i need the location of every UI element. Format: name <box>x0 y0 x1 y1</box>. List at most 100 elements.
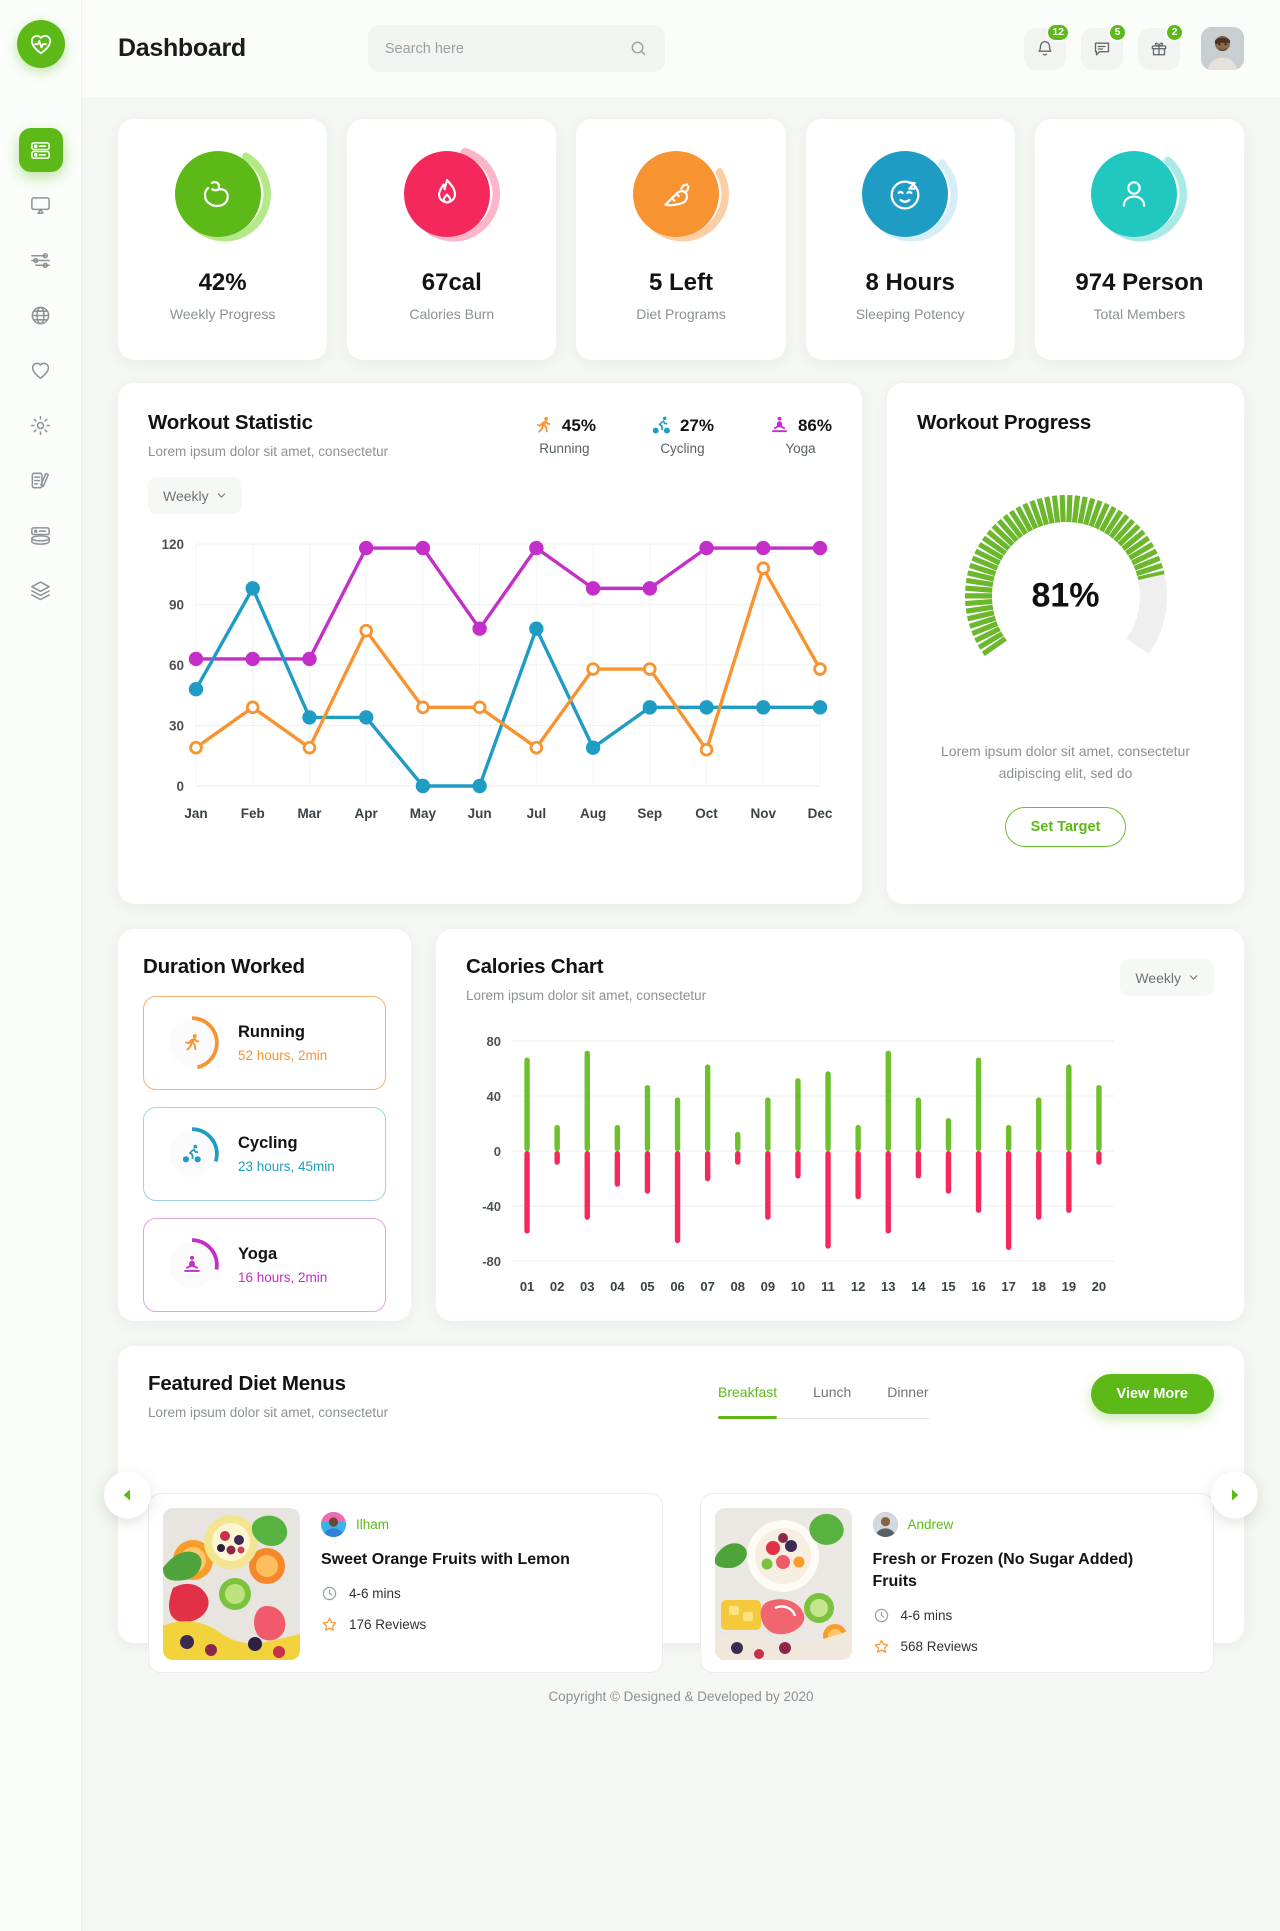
avatar[interactable] <box>1201 27 1244 70</box>
progress-gauge: 81% <box>960 490 1172 702</box>
duration-name: Cycling <box>238 1134 298 1152</box>
svg-text:17: 17 <box>1001 1279 1015 1294</box>
diet-author[interactable]: Ilham <box>321 1512 570 1537</box>
sidebar-item-favorites[interactable] <box>19 348 63 392</box>
svg-text:07: 07 <box>700 1279 714 1294</box>
stat-card-sleeping-potency[interactable]: 8 Hours Sleeping Potency <box>805 119 1015 360</box>
diet-card[interactable]: Ilham Sweet Orange Fruits with Lemon 4-6… <box>148 1493 663 1673</box>
sidebar-nav <box>18 128 63 612</box>
author-avatar <box>872 1512 898 1537</box>
calories-chart-card: Calories Chart Lorem ipsum dolor sit ame… <box>436 929 1244 1321</box>
diet-card[interactable]: Andrew Fresh or Frozen (No Sugar Added) … <box>699 1493 1214 1673</box>
diet-info: Ilham Sweet Orange Fruits with Lemon 4-6… <box>321 1508 570 1658</box>
tab-lunch[interactable]: Lunch <box>813 1384 851 1409</box>
author-avatar-photo <box>321 1512 346 1537</box>
diet-author[interactable]: Andrew <box>872 1512 1143 1537</box>
workout-line-chart: 0 30 60 90 120 Jan Feb Mar Apr May Jun Jul Aug Sep Oct… <box>161 537 832 821</box>
layers-icon <box>31 580 50 600</box>
set-target-button[interactable]: Set Target <box>1004 806 1127 847</box>
calories-bar-chart: -80 -40 0 40 80 01 02 03 04 05 06 07 08 09 10 11 12 13 14 1… <box>482 1034 1114 1294</box>
diet-thumbnail <box>714 1508 852 1660</box>
stat-label: Weekly Progress <box>169 306 276 322</box>
notifications-badge: 12 <box>1046 22 1070 42</box>
diet-reviews-text: 176 Reviews <box>349 1617 427 1633</box>
svg-text:Jun: Jun <box>468 806 492 821</box>
tab-breakfast[interactable]: Breakfast <box>718 1384 778 1419</box>
sidebar-item-layers[interactable] <box>19 568 63 612</box>
svg-text:40: 40 <box>487 1089 501 1104</box>
stat-value: 974 Person <box>1075 269 1204 296</box>
gear-icon <box>30 415 51 435</box>
stat-card-diet-programs[interactable]: 5 Left Diet Programs <box>576 119 786 360</box>
search-box[interactable] <box>367 25 665 72</box>
chevron-down-icon <box>217 493 225 498</box>
workout-period-dropdown[interactable]: Weekly <box>148 477 242 514</box>
carousel-next-button[interactable] <box>1211 1471 1258 1518</box>
stat-card-total-members[interactable]: 974 Person Total Members <box>1034 119 1245 360</box>
sidebar-item-reports[interactable] <box>19 458 63 502</box>
stat-card-calories-burn[interactable]: 67cal Calories Burn <box>347 119 557 360</box>
svg-text:10: 10 <box>791 1279 805 1294</box>
legend-item-running: 45% Running <box>533 415 596 456</box>
stat-ring <box>1091 146 1188 242</box>
globe-icon <box>31 306 50 324</box>
gifts-button[interactable]: 2 <box>1138 22 1184 70</box>
duration-text: Running 52 hours, 2min <box>238 1023 327 1063</box>
stat-card-weekly-progress[interactable]: 42% Weekly Progress <box>118 119 328 360</box>
svg-text:30: 30 <box>169 719 184 734</box>
duration-icon-circle <box>169 1020 215 1066</box>
duration-item-yoga[interactable]: Yoga 16 hours, 2min <box>143 1218 386 1312</box>
duration-worked-card: Duration Worked Running 52 hours, 2min C… <box>118 929 411 1321</box>
stat-ring <box>174 146 271 242</box>
card-subtitle: Lorem ipsum dolor sit amet, consectetur <box>466 988 707 1003</box>
stat-icon-disc <box>862 151 949 237</box>
messages-badge: 5 <box>1108 22 1127 42</box>
calories-period-dropdown[interactable]: Weekly <box>1120 959 1214 996</box>
sidebar-item-globe[interactable] <box>19 293 63 337</box>
view-more-button[interactable]: View More <box>1090 1374 1214 1414</box>
duration-ring <box>164 1015 220 1071</box>
messages-button[interactable]: 5 <box>1081 22 1127 70</box>
sidebar-item-settings[interactable] <box>19 403 63 447</box>
carousel-prev-button[interactable] <box>104 1471 151 1518</box>
svg-text:02: 02 <box>550 1279 564 1294</box>
svg-text:Jul: Jul <box>527 806 547 821</box>
monitor-icon <box>31 196 50 214</box>
duration-text: Yoga 16 hours, 2min <box>238 1245 327 1285</box>
fruit-bowl-photo <box>163 1508 300 1660</box>
stat-label: Sleeping Potency <box>855 306 965 322</box>
sidebar-item-database[interactable] <box>19 513 63 557</box>
duration-item-running[interactable]: Running 52 hours, 2min <box>143 996 386 1090</box>
sidebar-item-dashboard[interactable] <box>18 128 63 172</box>
brand-logo[interactable] <box>16 20 65 68</box>
svg-text:120: 120 <box>161 537 184 552</box>
author-name: Ilham <box>356 1517 390 1532</box>
legend-name: Running <box>539 441 590 456</box>
stat-ring <box>403 146 500 242</box>
chevron-down-icon <box>1189 975 1198 980</box>
featured-diet-menus-card: Featured Diet Menus Lorem ipsum dolor si… <box>104 1346 1258 1673</box>
legend-name: Cycling <box>660 441 705 456</box>
svg-text:12: 12 <box>851 1279 865 1294</box>
duration-item-cycling[interactable]: Cycling 23 hours, 45min <box>143 1107 386 1201</box>
svg-text:13: 13 <box>881 1279 895 1294</box>
search-icon[interactable] <box>629 39 648 58</box>
sidebar-item-filters[interactable] <box>19 238 63 282</box>
search-input[interactable] <box>384 40 629 57</box>
svg-text:08: 08 <box>731 1279 745 1294</box>
stat-ring <box>633 146 729 242</box>
notifications-button[interactable]: 12 <box>1024 22 1070 70</box>
duration-time: 52 hours, 2min <box>238 1048 328 1063</box>
main-content: 42% Weekly Progress 67cal Calories Burn <box>82 97 1280 1725</box>
sidebar-item-monitor[interactable] <box>19 183 63 227</box>
card-title: Duration Worked <box>143 955 305 978</box>
tab-dinner[interactable]: Dinner <box>887 1384 928 1409</box>
gifts-badge: 2 <box>1165 22 1184 42</box>
duration-time: 23 hours, 45min <box>238 1159 335 1174</box>
flame-icon <box>437 178 456 204</box>
stat-value: 8 Hours <box>865 269 955 296</box>
gift-icon <box>1151 41 1167 55</box>
sliders-icon <box>31 252 50 268</box>
legend-item-yoga: 86% Yoga <box>769 415 832 456</box>
top-header: Dashboard 12 5 2 <box>82 0 1280 97</box>
